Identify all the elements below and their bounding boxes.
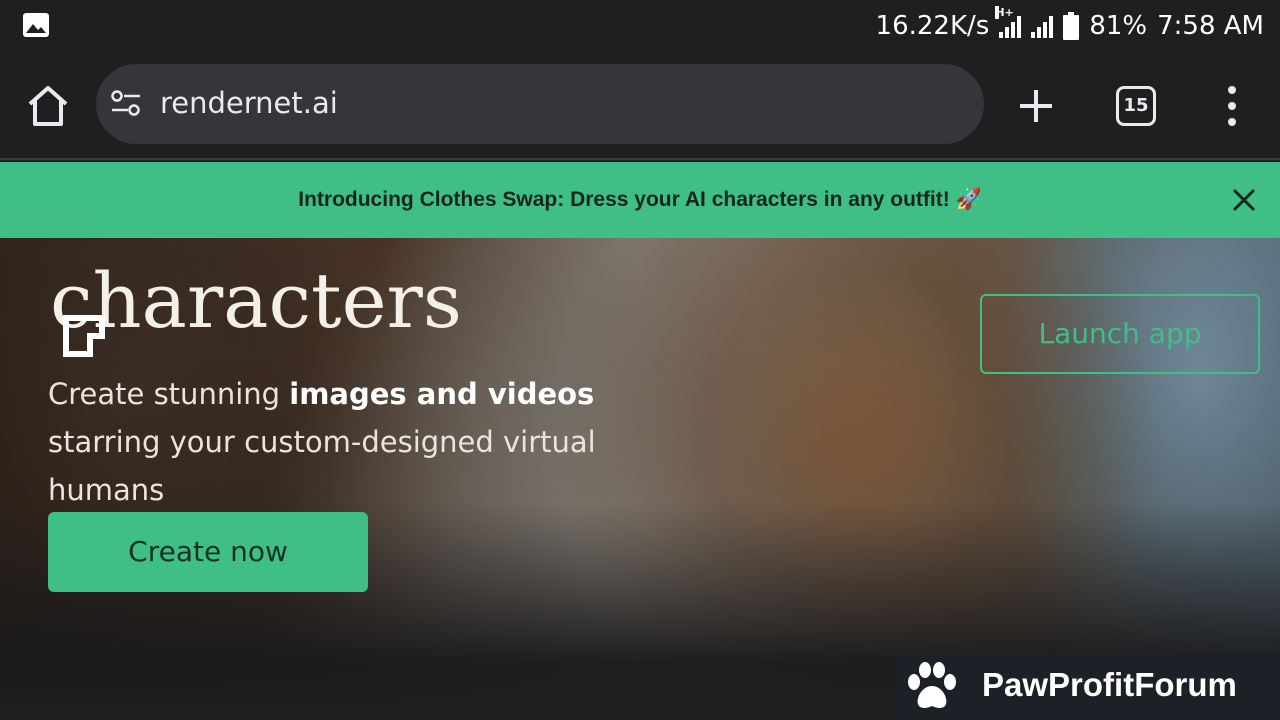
tabs-icon[interactable]: 15 (1116, 86, 1156, 126)
network-type: H+ (995, 6, 1014, 19)
create-now-button[interactable]: Create now (48, 512, 368, 592)
paw-icon (908, 662, 956, 708)
signal-icon (1031, 14, 1054, 38)
subtitle-text: Create stunning (48, 377, 290, 411)
more-vert-icon[interactable] (1214, 84, 1250, 128)
signal-icon: H+ (995, 6, 1022, 38)
address-bar[interactable]: rendernet.ai (96, 64, 984, 144)
announcement-banner: Introducing Clothes Swap: Dress your AI … (0, 162, 1280, 238)
image-icon (23, 13, 49, 37)
subtitle-emphasis: images and videos (289, 377, 595, 411)
plus-icon[interactable] (1012, 82, 1060, 130)
home-icon[interactable] (24, 82, 72, 130)
network-speed: 16.22K/s (875, 11, 990, 41)
status-indicators: 16.22K/s H+ 81% 7:58 AM (875, 6, 1264, 44)
watermark: PawProfitForum (896, 654, 1280, 720)
battery-icon (1063, 12, 1080, 40)
battery-percent: 81% (1089, 11, 1148, 41)
hero-section: characters Create stunning images and vi… (0, 238, 1280, 720)
logo-mark-icon (63, 315, 105, 357)
hero-subtitle: Create stunning images and videos starri… (48, 370, 708, 514)
close-icon[interactable] (1226, 182, 1262, 218)
subtitle-text: starring your custom-designed virtual hu… (48, 425, 596, 507)
site-settings-icon[interactable] (110, 88, 142, 120)
browser-toolbar: rendernet.ai 15 (0, 52, 1280, 160)
url-text[interactable]: rendernet.ai (160, 86, 338, 120)
clock: 7:58 AM (1157, 11, 1264, 41)
hero-title: characters (50, 256, 462, 345)
launch-app-button[interactable]: Launch app (980, 294, 1260, 374)
status-bar: 16.22K/s H+ 81% 7:58 AM (0, 0, 1280, 52)
banner-text[interactable]: Introducing Clothes Swap: Dress your AI … (0, 188, 1280, 212)
watermark-text: PawProfitForum (982, 666, 1237, 703)
